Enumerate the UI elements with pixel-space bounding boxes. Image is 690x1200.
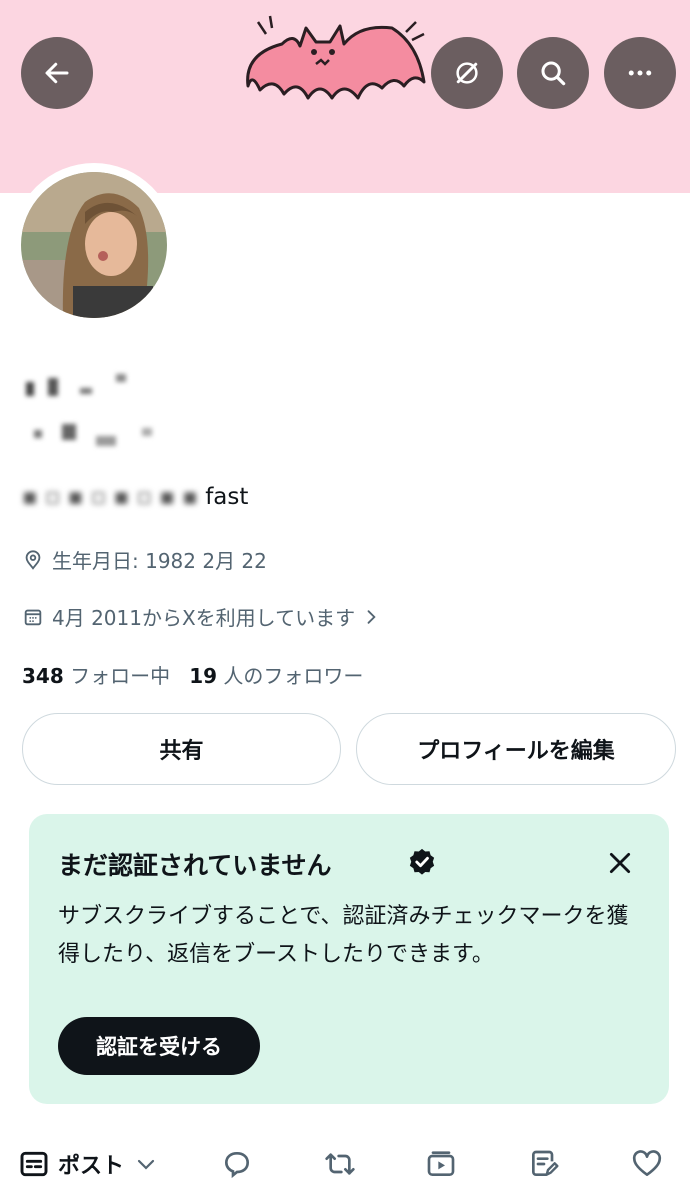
search-button[interactable] (517, 37, 589, 109)
chevron-right-icon (367, 609, 376, 624)
followers-count: 19 (189, 664, 218, 688)
display-name (24, 370, 144, 400)
avatar[interactable] (21, 172, 167, 318)
birthday-row: 生年月日: 1982 2月 22 (22, 545, 267, 574)
tab-posts[interactable]: ポスト (18, 1148, 158, 1180)
close-icon[interactable] (607, 850, 633, 876)
bio-redacted: ▪ ▫ ▪ ▫ ▪ ▫ ▪ ▪ (22, 484, 198, 510)
reply-icon (224, 1151, 250, 1179)
arrow-left-icon (45, 62, 69, 84)
bat-illustration (246, 15, 426, 100)
calendar-icon (24, 609, 42, 625)
repost-icon (325, 1153, 355, 1175)
grok-button[interactable] (431, 37, 503, 109)
bio-suffix: fast (205, 484, 249, 510)
back-button[interactable] (21, 37, 93, 109)
more-horizontal-icon (628, 70, 652, 76)
followers-label: 人のフォロワー (223, 664, 364, 688)
more-button[interactable] (604, 37, 676, 109)
article-edit-icon (532, 1150, 559, 1176)
tab-articles[interactable] (528, 1148, 560, 1180)
following-link[interactable]: 348 フォロー中 (22, 664, 170, 688)
verification-title: まだ認証されていません (58, 851, 332, 880)
verification-card: まだ認証されていません サブスクライブすることで、認証済みチェックマークを獲得し… (29, 814, 669, 1104)
followers-link[interactable]: 19 人のフォロワー (189, 664, 363, 688)
slashed-circle-icon (456, 62, 478, 84)
verification-body: サブスクライブすることで、認証済みチェックマークを獲得したり、返信をブーストした… (58, 904, 629, 967)
profile-tabs: ポスト (0, 1130, 690, 1200)
tab-reposts[interactable] (324, 1148, 356, 1180)
search-icon (541, 61, 566, 86)
follow-stats: 348 フォロー中 19 人のフォロワー (22, 660, 363, 689)
avatar-photo (21, 172, 167, 318)
birthday-text: 生年月日: 1982 2月 22 (52, 549, 267, 573)
chevron-down-icon (137, 1159, 155, 1170)
tab-likes[interactable] (631, 1148, 663, 1180)
location-pin-icon (25, 549, 41, 570)
video-icon (427, 1151, 455, 1176)
following-label: フォロー中 (70, 664, 171, 688)
get-verified-button[interactable]: 認証を受ける (58, 1017, 260, 1075)
share-button[interactable]: 共有 (22, 713, 341, 785)
edit-profile-button[interactable]: プロフィールを編集 (356, 713, 676, 785)
tab-posts-label: ポスト (58, 1154, 125, 1179)
profile-bio: ▪ ▫ ▪ ▫ ▪ ▫ ▪ ▪ fast (22, 484, 248, 510)
posts-tab-icon (20, 1151, 48, 1177)
joined-row[interactable]: 4月 2011からXを利用しています (22, 602, 389, 631)
joined-text: 4月 2011からXを利用しています (52, 606, 356, 630)
heart-icon (632, 1150, 662, 1176)
following-count: 348 (22, 664, 64, 688)
tab-media[interactable] (425, 1148, 457, 1180)
username-handle (24, 420, 164, 450)
verified-badge-icon (409, 848, 435, 875)
tab-replies[interactable] (221, 1148, 253, 1180)
